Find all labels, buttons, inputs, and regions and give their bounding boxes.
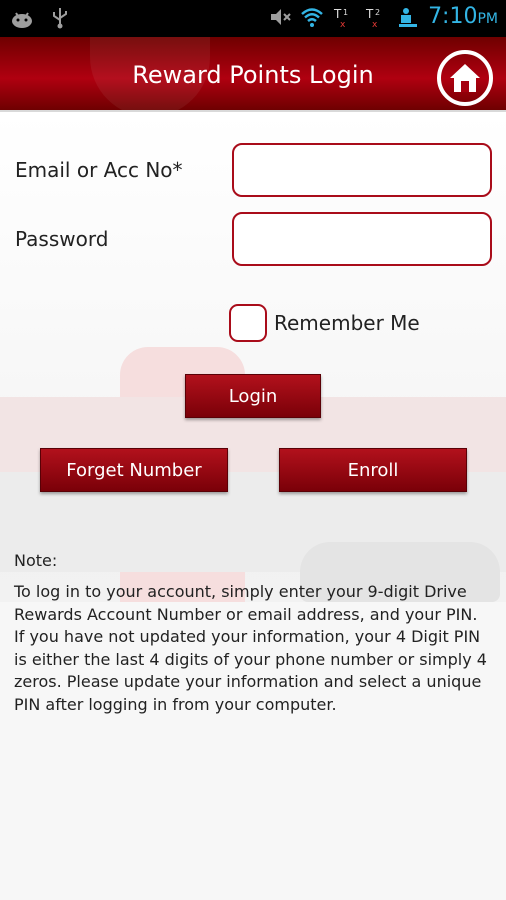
svg-text:T: T <box>365 7 374 21</box>
header-bar: Reward Points Login <box>0 37 506 112</box>
email-label: Email or Acc No* <box>15 158 183 182</box>
page-title: Reward Points Login <box>132 61 374 89</box>
password-label: Password <box>15 227 109 251</box>
enroll-button[interactable]: Enroll <box>279 448 467 492</box>
home-icon <box>450 64 480 92</box>
android-icon <box>12 12 32 28</box>
svg-text:2: 2 <box>375 8 380 17</box>
svg-text:1: 1 <box>343 8 348 17</box>
clock: 7:10PM <box>428 4 498 29</box>
wifi-icon <box>301 7 323 27</box>
forget-number-label: Forget Number <box>66 459 202 481</box>
note-title: Note: <box>14 551 58 570</box>
mute-icon <box>271 8 291 25</box>
note-text: To log in to your account, simply enter … <box>14 582 487 714</box>
home-button[interactable] <box>437 50 493 106</box>
signal-1-icon: T 1 x <box>333 7 348 29</box>
download-icon <box>399 7 418 27</box>
svg-text:T: T <box>333 7 342 21</box>
clock-time: 7:10 <box>428 4 478 29</box>
status-bar: T 1 x T 2 x 7:10PM <box>0 0 506 37</box>
usb-icon <box>53 8 67 29</box>
login-button[interactable]: Login <box>185 374 321 418</box>
svg-text:x: x <box>372 20 378 29</box>
forget-number-button[interactable]: Forget Number <box>40 448 228 492</box>
password-field[interactable] <box>232 212 492 266</box>
svg-text:x: x <box>340 20 346 29</box>
signal-2-icon: T 2 x <box>365 7 380 29</box>
enroll-label: Enroll <box>347 459 399 481</box>
login-button-label: Login <box>228 385 278 407</box>
remember-me-checkbox[interactable] <box>229 304 267 342</box>
email-field[interactable] <box>232 143 492 197</box>
remember-me-label: Remember Me <box>274 311 420 335</box>
clock-ampm: PM <box>477 11 498 27</box>
